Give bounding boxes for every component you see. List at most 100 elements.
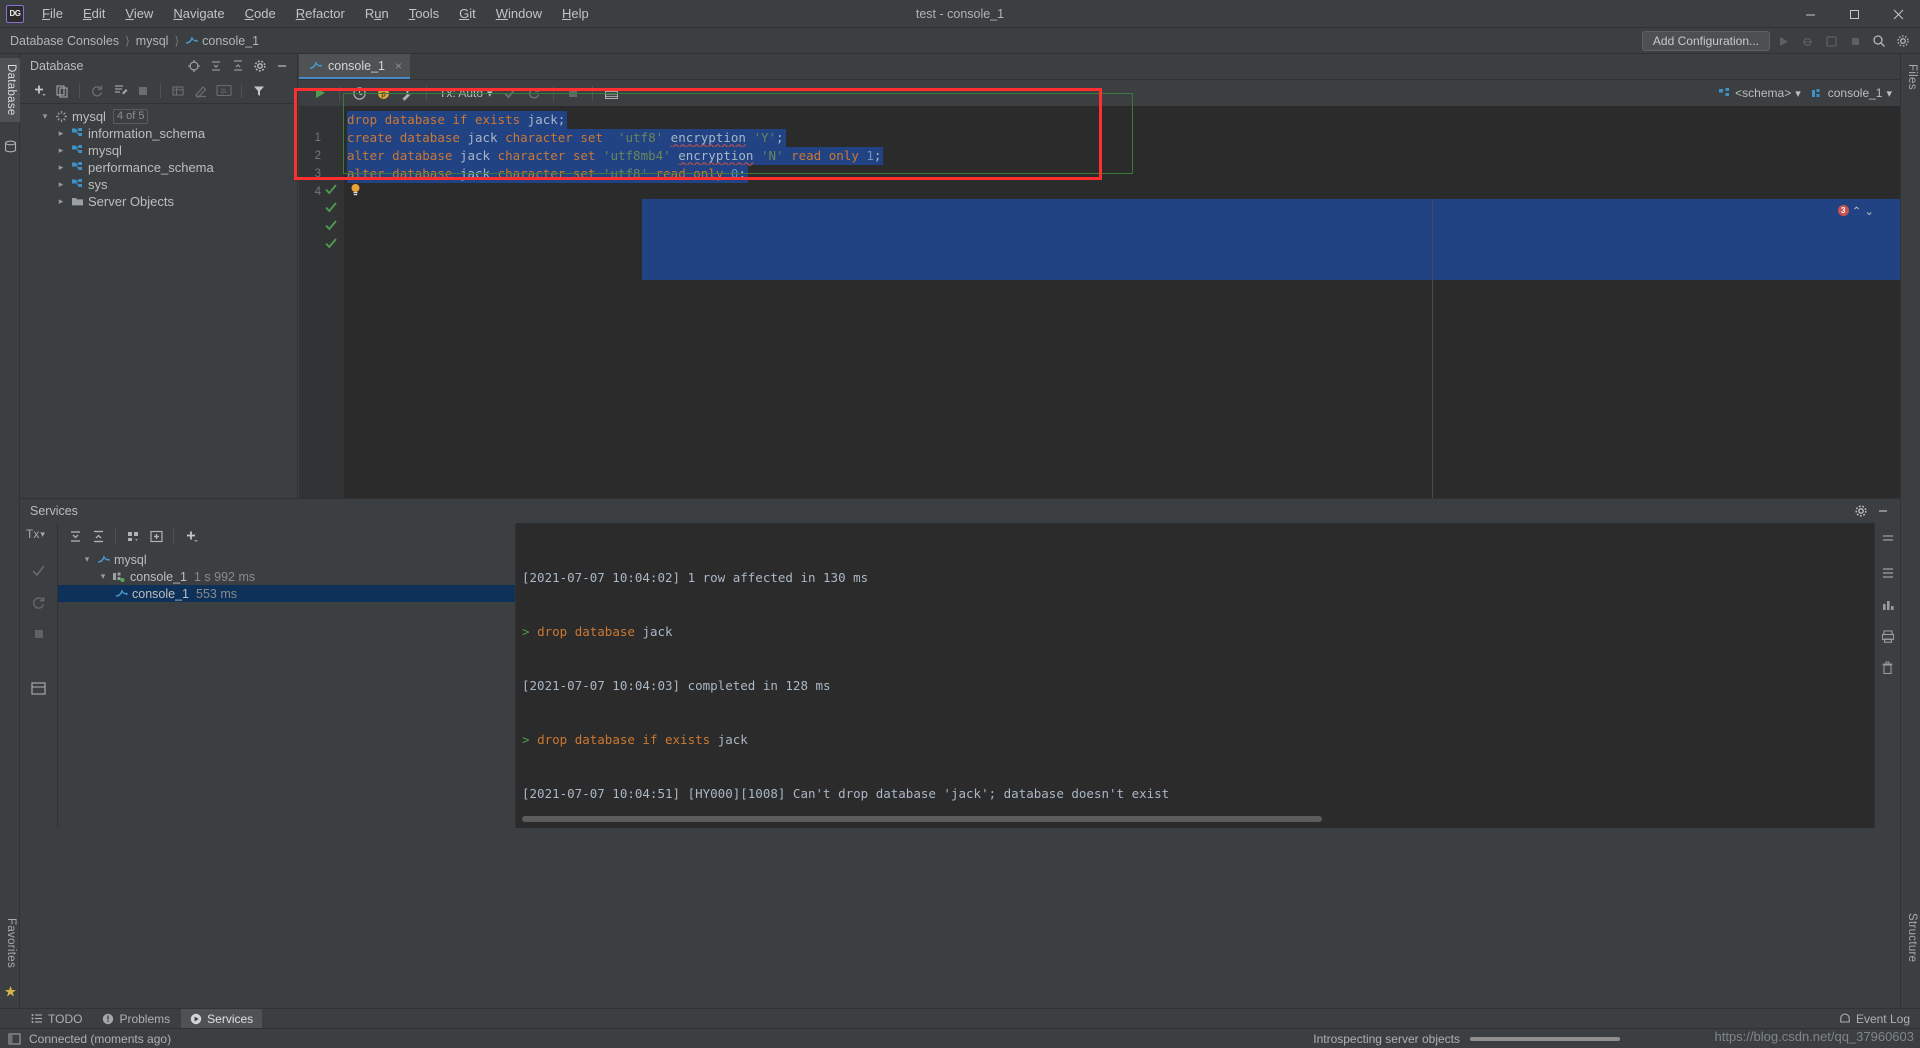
chevron-right-icon[interactable]: ▸	[54, 128, 68, 139]
copy-icon[interactable]	[51, 80, 73, 102]
commit-check-icon[interactable]	[499, 82, 521, 104]
chart-icon[interactable]	[1877, 593, 1899, 615]
code-line[interactable]: 3 alter database jack character set 'utf…	[299, 147, 1900, 231]
debug-icon[interactable]	[1796, 30, 1818, 52]
chevron-down-icon[interactable]: ▾	[80, 554, 94, 565]
tx-label[interactable]: Tx ▾	[26, 527, 45, 541]
code-line[interactable]: 1 drop database if exists jack;	[299, 111, 1900, 195]
ql-console-icon[interactable]: QL	[213, 80, 235, 102]
layout-icon[interactable]	[26, 675, 52, 701]
expand-icon[interactable]	[1877, 561, 1899, 583]
transaction-mode-dropdown[interactable]: Tx: Auto ▾	[435, 86, 497, 100]
expand-all-icon[interactable]	[87, 525, 109, 547]
sync-wrench-icon[interactable]	[109, 80, 131, 102]
tree-item-mysql-schema[interactable]: ▸ mysql	[20, 142, 297, 159]
add-configuration-button[interactable]: Add Configuration...	[1641, 31, 1770, 51]
tree-item-performance_schema[interactable]: ▸ performance_schema	[20, 159, 297, 176]
wrench-icon[interactable]	[396, 82, 418, 104]
close-button[interactable]	[1876, 0, 1920, 28]
chevron-down-icon[interactable]: ▾	[96, 571, 110, 582]
rollback-icon[interactable]	[26, 589, 52, 615]
add-plus-icon[interactable]	[28, 80, 50, 102]
breadcrumb-item-1[interactable]: mysql	[136, 34, 169, 48]
table-icon[interactable]	[167, 80, 189, 102]
code-lines[interactable]: 1 drop database if exists jack; 2 create…	[299, 111, 1900, 498]
add-frame-icon[interactable]	[145, 525, 167, 547]
commit-check-icon[interactable]	[26, 557, 52, 583]
stop-square-icon[interactable]	[562, 82, 584, 104]
tree-item-datasource-mysql[interactable]: ▾ mysql 4 of 5	[20, 108, 297, 125]
menu-view[interactable]: View	[115, 2, 163, 25]
services-tree-item-console_1-session[interactable]: ▾ console_1 1 s 992 ms	[58, 568, 515, 585]
inspection-status-widget[interactable]: 3 ⌃ ⌄	[1837, 202, 1874, 219]
search-icon[interactable]	[1868, 30, 1890, 52]
expand-all-icon[interactable]	[227, 56, 249, 76]
group-icon[interactable]	[122, 525, 144, 547]
hide-panel-icon[interactable]	[271, 56, 293, 76]
settings-gear-icon[interactable]	[1850, 501, 1872, 521]
stop-square-icon[interactable]	[132, 80, 154, 102]
sidebar-item-database[interactable]: Database	[0, 58, 20, 122]
stop-icon[interactable]	[1844, 30, 1866, 52]
tab-problems[interactable]: Problems	[93, 1009, 179, 1029]
collapse-all-icon[interactable]	[64, 525, 86, 547]
menu-tools[interactable]: Tools	[399, 2, 449, 25]
services-output-console[interactable]: [2021-07-07 10:04:02] 1 row affected in …	[516, 523, 1900, 828]
close-icon[interactable]: ×	[395, 59, 402, 73]
tab-console_1[interactable]: console_1 ×	[299, 54, 411, 79]
services-tree-item-console_1-query[interactable]: console_1 553 ms	[58, 585, 515, 602]
history-clock-icon[interactable]	[348, 82, 370, 104]
code-line[interactable]: 4 alter database jack character set 'utf…	[299, 165, 1900, 249]
star-icon[interactable]	[3, 984, 17, 998]
chevron-right-icon[interactable]: ▸	[54, 179, 68, 190]
rollback-icon[interactable]	[523, 82, 545, 104]
sql-editor[interactable]: 1 drop database if exists jack; 2 create…	[299, 106, 1900, 498]
services-tree-item-mysql[interactable]: ▾ mysql	[58, 551, 515, 568]
delete-icon[interactable]	[1877, 657, 1899, 679]
tree-item-sys[interactable]: ▸ sys	[20, 176, 297, 193]
sidebar-item-structure[interactable]: Structure	[1901, 907, 1920, 968]
schema-selector[interactable]: <schema> ▾	[1718, 86, 1801, 100]
chevron-right-icon[interactable]: ▸	[54, 162, 68, 173]
menu-edit[interactable]: Edit	[73, 2, 115, 25]
minimize-button[interactable]	[1788, 0, 1832, 28]
chevron-down-icon[interactable]: ▾	[38, 111, 52, 122]
settings-gear-icon[interactable]	[1892, 30, 1914, 52]
chevron-right-icon[interactable]: ▸	[54, 196, 68, 207]
edit-pencil-icon[interactable]	[190, 80, 212, 102]
menu-refactor[interactable]: Refactor	[286, 2, 355, 25]
profile-icon[interactable]	[1820, 30, 1842, 52]
collapse-icon[interactable]	[1877, 529, 1899, 551]
run-play-icon[interactable]	[309, 82, 331, 104]
menu-code[interactable]: Code	[235, 2, 286, 25]
menu-run[interactable]: Run	[355, 2, 399, 25]
breadcrumb-item-2[interactable]: console_1	[202, 34, 259, 48]
stop-square-icon[interactable]	[26, 621, 52, 647]
next-problem-icon[interactable]: ⌄	[1864, 204, 1874, 218]
database-icon[interactable]	[3, 139, 17, 153]
code-line[interactable]: 2 create database jack character set 'ut…	[299, 129, 1900, 213]
horizontal-scrollbar[interactable]	[522, 816, 1322, 822]
print-icon[interactable]	[1877, 625, 1899, 647]
sidebar-item-files[interactable]: Files	[1901, 58, 1920, 96]
tab-todo[interactable]: TODO	[22, 1009, 91, 1029]
chevron-right-icon[interactable]: ▸	[54, 145, 68, 156]
session-selector[interactable]: console_1 ▾	[1811, 86, 1892, 100]
sidebar-item-favorites[interactable]: Favorites	[0, 912, 20, 974]
parameters-p-icon[interactable]: p	[372, 82, 394, 104]
add-plus-icon[interactable]	[180, 525, 202, 547]
menu-help[interactable]: Help	[552, 2, 599, 25]
prev-problem-icon[interactable]: ⌃	[1852, 204, 1862, 218]
menu-navigate[interactable]: Navigate	[163, 2, 234, 25]
menu-git[interactable]: Git	[449, 2, 486, 25]
tab-services[interactable]: Services	[181, 1008, 263, 1029]
maximize-button[interactable]	[1832, 0, 1876, 28]
refresh-icon[interactable]	[86, 80, 108, 102]
data-grid-icon[interactable]	[601, 82, 623, 104]
tree-item-information_schema[interactable]: ▸ information_schema	[20, 125, 297, 142]
hide-panel-icon[interactable]	[1872, 501, 1894, 521]
intention-bulb-icon[interactable]	[350, 147, 440, 233]
menu-file[interactable]: File	[32, 2, 73, 25]
collapse-all-icon[interactable]	[205, 56, 227, 76]
tree-item-server-objects[interactable]: ▸ Server Objects	[20, 193, 297, 210]
